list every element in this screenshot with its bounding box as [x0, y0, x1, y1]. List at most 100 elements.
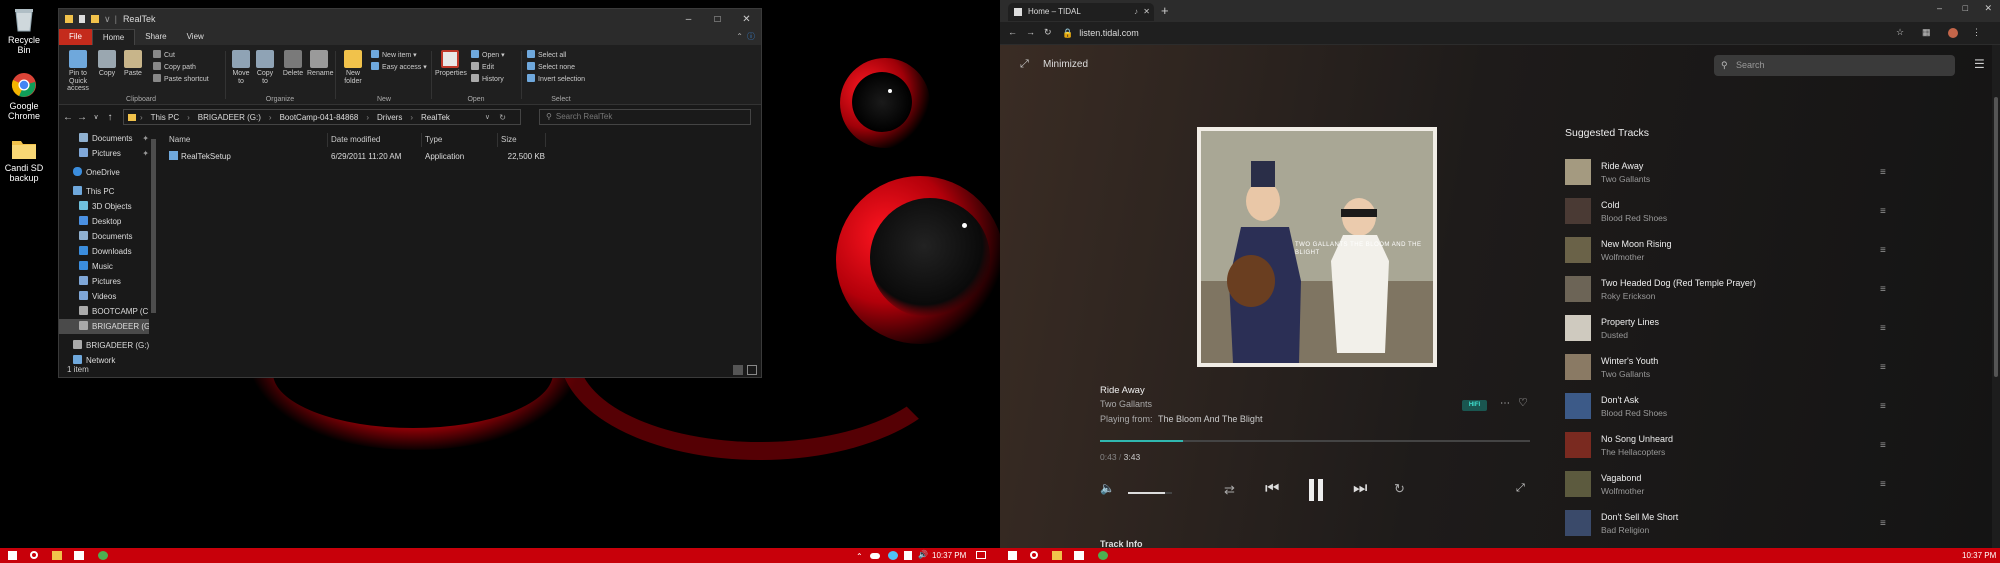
- nav-item-downloads[interactable]: Downloads: [59, 244, 155, 259]
- file-explorer-icon[interactable]: [1052, 551, 1062, 560]
- profile-avatar[interactable]: [1948, 28, 1958, 38]
- add-to-queue-icon[interactable]: ≡: [1880, 167, 1886, 178]
- column-header-name[interactable]: Name: [169, 135, 190, 144]
- open-button[interactable]: Open ▾: [471, 50, 505, 62]
- add-to-queue-icon[interactable]: ≡: [1880, 440, 1886, 451]
- column-header-date[interactable]: Date modified: [331, 135, 380, 144]
- minimize-player-icon[interactable]: ⤢: [1020, 58, 1029, 71]
- select-all-button[interactable]: Select all: [527, 50, 566, 62]
- add-to-queue-icon[interactable]: ≡: [1880, 362, 1886, 373]
- favorite-heart-icon[interactable]: ♡: [1518, 396, 1528, 409]
- column-header-size[interactable]: Size: [501, 135, 517, 144]
- nav-pane-scrollbar[interactable]: [149, 131, 157, 365]
- tab-audio-icon[interactable]: ♪: [1134, 3, 1138, 21]
- breadcrumb-item[interactable]: Drivers: [377, 113, 402, 122]
- suggested-track-row[interactable]: Winter's Youth Two Gallants ≡: [1565, 352, 1886, 386]
- desktop-icon-chrome[interactable]: Google Chrome: [2, 72, 46, 122]
- track-title[interactable]: New Moon Rising: [1601, 239, 1672, 249]
- rename-button[interactable]: Rename: [307, 50, 333, 78]
- history-button[interactable]: History: [471, 74, 504, 86]
- bookmark-icon[interactable]: ☆: [1896, 27, 1904, 38]
- onedrive-icon[interactable]: [870, 553, 880, 559]
- nav-item-music[interactable]: Music: [59, 259, 155, 274]
- now-playing-artist[interactable]: Two Gallants: [1100, 399, 1152, 409]
- track-title[interactable]: Two Headed Dog (Red Temple Prayer): [1601, 278, 1756, 288]
- suggested-track-row[interactable]: Two Headed Dog (Red Temple Prayer) Roky E…: [1565, 274, 1886, 308]
- pin-quick-access-button[interactable]: Pin to Quick access: [63, 50, 93, 93]
- suggested-track-row[interactable]: No Song Unheard The Hellacopters ≡: [1565, 430, 1886, 464]
- back-arrow-icon[interactable]: ←: [61, 112, 75, 123]
- volume-icon[interactable]: 🔈: [1100, 481, 1115, 495]
- add-to-queue-icon[interactable]: ≡: [1880, 323, 1886, 334]
- reload-icon[interactable]: ↻: [1044, 27, 1052, 38]
- hamburger-menu-icon[interactable]: ☰: [1974, 57, 1985, 71]
- track-artist[interactable]: Wolfmother: [1601, 486, 1644, 496]
- search-icon[interactable]: [1030, 551, 1038, 559]
- add-to-queue-icon[interactable]: ≡: [1880, 284, 1886, 295]
- shuffle-icon[interactable]: ⇄: [1224, 482, 1235, 498]
- column-divider[interactable]: [497, 133, 498, 147]
- breadcrumb-item[interactable]: BootCamp-041-84868: [280, 113, 359, 122]
- properties-button[interactable]: Properties: [435, 50, 467, 78]
- address-dropdown-icon[interactable]: ∨: [485, 113, 490, 121]
- desktop-icon-candi-sd-backup[interactable]: Candi SD backup: [2, 138, 46, 184]
- track-title[interactable]: No Song Unheard: [1601, 434, 1673, 444]
- paste-shortcut-button[interactable]: Paste shortcut: [153, 74, 209, 86]
- suggested-track-row[interactable]: Ride Away Two Gallants ≡: [1565, 157, 1886, 191]
- chrome-icon[interactable]: [1098, 551, 1108, 560]
- copy-to-button[interactable]: Copy to: [253, 50, 277, 85]
- scrollbar-thumb[interactable]: [1994, 97, 1998, 377]
- add-to-queue-icon[interactable]: ≡: [1880, 206, 1886, 217]
- track-title[interactable]: Winter's Youth: [1601, 356, 1658, 366]
- minimize-button[interactable]: –: [674, 14, 703, 25]
- column-header-type[interactable]: Type: [425, 135, 442, 144]
- nav-item-this-pc[interactable]: This PC: [59, 184, 155, 199]
- track-artist[interactable]: Bad Religion: [1601, 525, 1649, 535]
- invert-selection-button[interactable]: Invert selection: [527, 74, 585, 86]
- cut-button[interactable]: Cut: [153, 50, 175, 62]
- track-title[interactable]: Property Lines: [1601, 317, 1659, 327]
- suggested-track-row[interactable]: Don't Ask Blood Red Shoes ≡: [1565, 391, 1886, 425]
- new-folder-button[interactable]: New folder: [341, 50, 365, 85]
- refresh-icon[interactable]: ↻: [499, 113, 506, 122]
- close-button[interactable]: ✕: [732, 14, 761, 25]
- tab-view[interactable]: View: [177, 29, 214, 45]
- add-to-queue-icon[interactable]: ≡: [1880, 518, 1886, 529]
- next-track-icon[interactable]: ⏭: [1353, 480, 1367, 498]
- nav-item-onedrive[interactable]: OneDrive: [59, 165, 155, 180]
- menu-icon[interactable]: ⋮: [1972, 27, 1981, 38]
- playing-from-link[interactable]: The Bloom And The Blight: [1158, 414, 1262, 424]
- search-icon[interactable]: [30, 551, 38, 559]
- new-item-button[interactable]: New item ▾: [371, 50, 417, 62]
- forward-arrow-icon[interactable]: →: [75, 112, 89, 123]
- extensions-icon[interactable]: ▦: [1922, 27, 1931, 38]
- new-folder-icon[interactable]: [91, 15, 99, 23]
- start-icon[interactable]: [8, 551, 17, 560]
- breadcrumb-item[interactable]: RealTek: [421, 113, 450, 122]
- suggested-track-row[interactable]: Property Lines Dusted ≡: [1565, 313, 1886, 347]
- taskbar-clock[interactable]: 10:37 PM: [932, 551, 966, 560]
- more-options-icon[interactable]: ⋯: [1500, 398, 1510, 409]
- help-icon[interactable]: ⓘ: [747, 29, 761, 45]
- up-arrow-icon[interactable]: ↑: [103, 112, 117, 123]
- volume-icon[interactable]: 🔊: [918, 550, 928, 559]
- track-artist[interactable]: Blood Red Shoes: [1601, 408, 1667, 418]
- tab-close-icon[interactable]: ✕: [1143, 3, 1150, 21]
- track-artist[interactable]: Roky Erickson: [1601, 291, 1655, 301]
- tab-file[interactable]: File: [59, 29, 92, 45]
- search-input[interactable]: ⚲ Search RealTek: [539, 109, 751, 125]
- nav-item-brigadeer-drive-root[interactable]: BRIGADEER (G:): [59, 338, 155, 353]
- qat-customize-icon[interactable]: ∨: [104, 14, 111, 25]
- track-artist[interactable]: Blood Red Shoes: [1601, 213, 1667, 223]
- page-scrollbar[interactable]: [1992, 45, 2000, 548]
- recent-locations-icon[interactable]: ∨: [89, 113, 103, 121]
- nav-item-3d-objects[interactable]: 3D Objects: [59, 199, 155, 214]
- notifications-icon[interactable]: [976, 551, 986, 559]
- fullscreen-icon[interactable]: ⤢: [1516, 482, 1525, 495]
- address-path[interactable]: › This PC › BRIGADEER (G:) › BootCamp-041-…: [123, 109, 521, 125]
- tab-home[interactable]: Home: [91, 29, 136, 45]
- back-arrow-icon[interactable]: ←: [1008, 27, 1017, 37]
- minimized-label[interactable]: Minimized: [1043, 59, 1088, 70]
- address-bar[interactable]: 🔒 listen.tidal.com: [1062, 26, 1932, 40]
- track-title[interactable]: Don't Sell Me Short: [1601, 512, 1678, 522]
